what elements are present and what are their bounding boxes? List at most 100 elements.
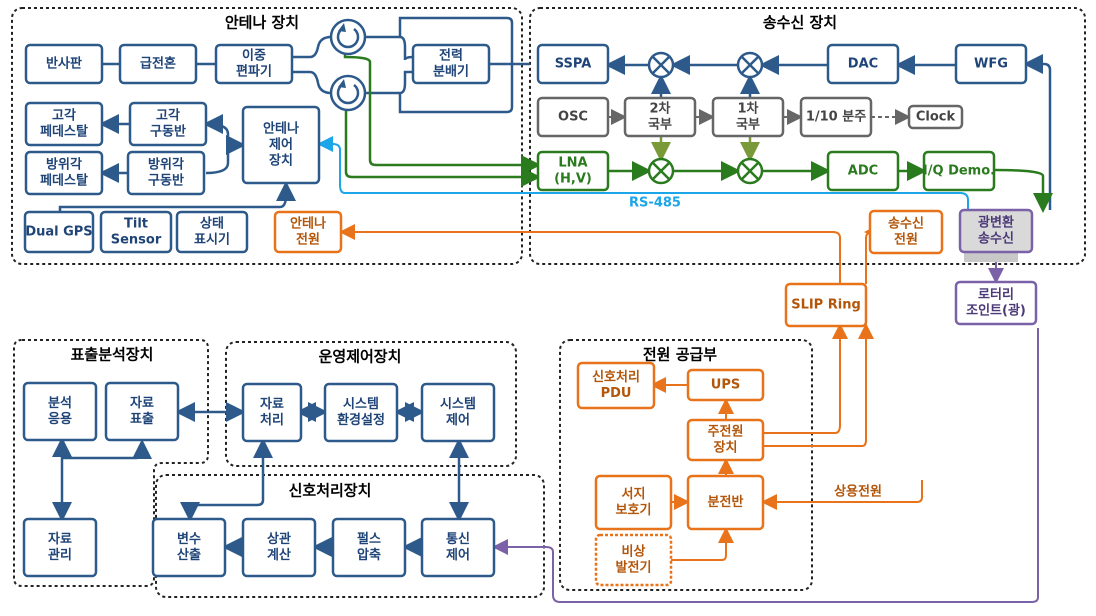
- trx-lo1-block: 1차국부: [711, 96, 785, 138]
- mixer-icon: [736, 157, 764, 185]
- trx-div-block: 1/10 분주: [799, 96, 873, 138]
- trx-div-label: 1/10 분주: [806, 110, 866, 125]
- antenna-el-drv-label: 구동반: [150, 124, 186, 140]
- signal-pulse-label: 펄스: [357, 531, 381, 547]
- antenna-feedhorn-block: 급전혼: [118, 43, 198, 85]
- trx-iq-label: I/Q Demo.: [923, 164, 995, 179]
- antenna-polarizer-label: 편파기: [236, 64, 272, 80]
- antenna-ctrl-label: 안테나: [263, 121, 299, 137]
- trx-rotary-label: 조인트(광): [966, 303, 1026, 319]
- trx-lo2-block: 2차국부: [623, 96, 697, 138]
- signal-comm-block: 통신제어: [420, 517, 496, 578]
- ops-env-label: 시스템: [343, 397, 379, 412]
- antenna-ctrl-block: 안테나제어장치: [241, 105, 321, 185]
- power-surge-label: 보호기: [616, 503, 652, 518]
- trx-power-block: 송수신전원: [868, 209, 944, 255]
- antenna-az-drv-label: 방위각: [148, 157, 184, 173]
- ops-proc-block: 자료처리: [241, 382, 303, 443]
- antenna-el-ped-block: 고각페데스탈: [24, 101, 104, 147]
- power-pdu-label: PDU: [601, 386, 632, 401]
- antenna-divider-label: 전력: [439, 48, 463, 64]
- power-panel-block: 분전반: [686, 474, 765, 531]
- signal-corr-block: 상관계산: [241, 517, 317, 578]
- trx-optical-label: 광변환: [978, 215, 1014, 231]
- trx-wfg-block: WFG: [954, 43, 1028, 85]
- trx-osc-label: OSC: [558, 110, 588, 125]
- system-block-diagram: 안테나 장치 송수신 장치운영제어장치 전원 공급부표출분석장치신호처리장치 반사판…: [11, 7, 1086, 603]
- antenna-divider-label: 분배기: [433, 64, 469, 80]
- power-gen-label: 비상: [622, 545, 646, 560]
- mixer-icon: [736, 51, 764, 79]
- trx-lo2-label: 국부: [648, 118, 672, 133]
- ops-proc-label: 자료: [260, 397, 284, 412]
- ops-env-block: 시스템환경설정: [323, 382, 399, 443]
- ops-env-label: 환경설정: [337, 412, 385, 428]
- antenna-reflector-label: 반사판: [46, 56, 82, 72]
- group-title-display: 표출분석장치: [71, 346, 154, 364]
- group-title-antenna: 안테나 장치: [225, 14, 299, 32]
- trx-adc-label: ADC: [848, 164, 878, 179]
- trx-rotary-label: 로터리: [978, 287, 1014, 303]
- antenna-power-block: 안테나전원: [273, 210, 343, 254]
- display-app-label: 분석: [48, 396, 72, 411]
- antenna-polarizer-block: 이중편파기: [214, 43, 294, 85]
- ops-sys-label: 시스템: [440, 397, 476, 412]
- antenna-feedhorn-label: 급전혼: [140, 56, 176, 72]
- trx-lo2-label: 2차: [649, 101, 670, 117]
- trx-dac-label: DAC: [848, 57, 878, 72]
- display-mgmt-block: 자료관리: [22, 517, 98, 578]
- group-title-signal: 신호처리장치: [289, 482, 372, 500]
- group-title-ops: 운영제어장치: [319, 348, 402, 366]
- antenna-reflector-block: 반사판: [24, 43, 104, 85]
- power-panel-label: 분전반: [708, 494, 744, 510]
- antenna-el-drv-block: 고각구동반: [128, 101, 208, 147]
- power-surge-label: 서지: [622, 487, 646, 502]
- trx-power-label: 전원: [894, 232, 918, 248]
- trx-slip-block: SLIP Ring: [784, 282, 868, 328]
- antenna-az-drv-label: 구동반: [148, 173, 184, 189]
- display-app-label: 응용: [48, 411, 72, 427]
- display-show-label: 자료: [130, 396, 154, 411]
- group-title-power: 전원 공급부: [643, 346, 717, 364]
- power-gen-block: 비상발전기: [594, 533, 673, 587]
- power-main-label: 장치: [714, 440, 738, 456]
- rs485-label: RS-485: [629, 196, 681, 211]
- ops-sys-label: 제어: [446, 412, 470, 428]
- power-gen-label: 발전기: [616, 560, 652, 576]
- circulator-icon: [329, 74, 367, 112]
- antenna-el-drv-label: 고각: [156, 109, 180, 124]
- mixer-icon: [647, 51, 675, 79]
- antenna-ctrl-label: 제어: [269, 137, 293, 153]
- ops-sys-block: 시스템제어: [420, 382, 496, 443]
- power-ups-label: UPS: [711, 378, 740, 393]
- trx-lna-label: (H,V): [554, 172, 592, 187]
- antenna-el-ped-label: 고각: [52, 109, 76, 124]
- commercial-power-label: 상용전원: [834, 484, 882, 500]
- trx-rotary-block: 로터리조인트(광): [954, 280, 1038, 326]
- trx-adc-block: ADC: [826, 150, 900, 192]
- group-title-transceiver: 송수신 장치: [763, 14, 837, 32]
- antenna-status-label: 상태: [200, 217, 224, 232]
- trx-optical-block: 광변환송수신: [958, 208, 1034, 254]
- trx-power-label: 송수신: [888, 217, 924, 232]
- antenna-el-ped-label: 페데스탈: [40, 125, 88, 140]
- power-pdu-label: 신호처리: [592, 369, 640, 385]
- trx-optical-label: 송수신: [978, 232, 1014, 247]
- signal-param-block: 변수산출: [151, 517, 227, 578]
- trx-lo1-label: 1차: [737, 101, 758, 117]
- trx-sspa-block: SSPA: [536, 43, 610, 85]
- trx-sspa-label: SSPA: [555, 57, 592, 72]
- display-show-label: 표출: [130, 411, 154, 427]
- signal-pulse-label: 압축: [357, 547, 381, 563]
- signal-param-label: 산출: [177, 547, 201, 563]
- power-pdu-block: 신호처리PDU: [576, 361, 656, 410]
- trx-slip-label: SLIP Ring: [791, 298, 861, 313]
- antenna-status-block: 상태표시기: [175, 210, 249, 254]
- circulator-icon: [329, 18, 367, 56]
- antenna-tilt-label: Tilt: [124, 217, 148, 232]
- antenna-ctrl-label: 장치: [269, 153, 293, 169]
- trx-clock-block: Clock: [907, 104, 964, 130]
- antenna-divider-block: 전력분배기: [411, 43, 491, 85]
- signal-param-label: 변수: [177, 532, 201, 547]
- antenna-tilt-label: Sensor: [111, 233, 162, 248]
